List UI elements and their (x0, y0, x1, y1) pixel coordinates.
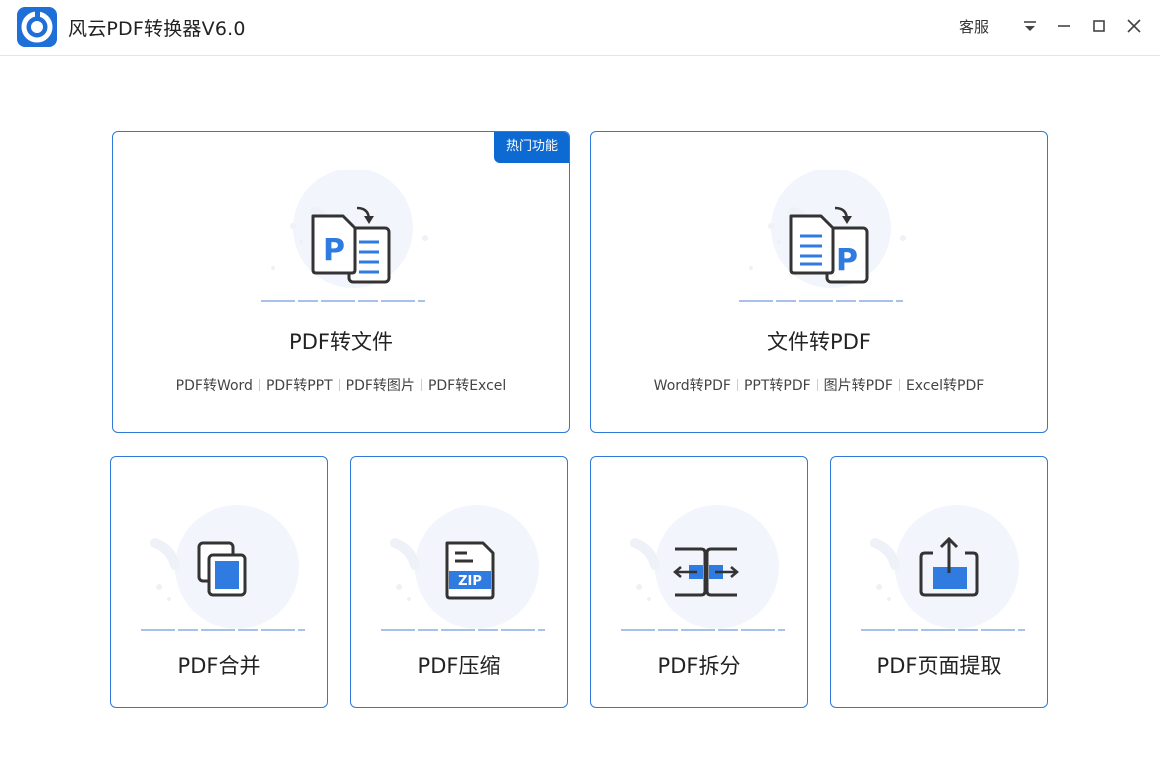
minimize-icon (1058, 25, 1070, 27)
close-button[interactable] (1122, 14, 1146, 38)
svg-text:P: P (836, 243, 858, 278)
svg-text:P: P (323, 233, 345, 268)
pdf-to-image-link[interactable]: PDF转图片 (340, 375, 421, 395)
app-logo-icon (17, 7, 57, 47)
extract-icon (861, 505, 1025, 631)
illustration: ZIP (365, 503, 555, 633)
close-icon (1127, 19, 1141, 33)
customer-service-button[interactable]: 客服 (959, 16, 989, 37)
excel-to-pdf-link[interactable]: Excel转PDF (900, 375, 990, 395)
word-to-pdf-link[interactable]: Word转PDF (648, 375, 737, 395)
minimize-button[interactable] (1052, 14, 1076, 38)
card-title: PDF合并 (177, 654, 261, 678)
illustration (845, 503, 1035, 633)
card-title: PDF拆分 (657, 654, 741, 678)
file-to-pdf-icon: P (739, 168, 906, 302)
menu-dropdown-button[interactable] (1018, 14, 1042, 38)
card-title: PDF页面提取 (876, 654, 1002, 678)
maximize-button[interactable] (1087, 14, 1111, 38)
maximize-icon (1093, 20, 1105, 32)
card-pdf-split[interactable]: PDF拆分 (590, 456, 808, 708)
illustration (605, 503, 795, 633)
card-title: PDF转文件 (289, 330, 393, 354)
sub-options: PDF转Word PDF转PPT PDF转图片 PDF转Excel (113, 375, 569, 395)
app-title: 风云PDF转换器V6.0 (68, 18, 246, 40)
pdf-to-word-link[interactable]: PDF转Word (170, 375, 259, 395)
illustration (125, 503, 315, 633)
pdf-to-excel-link[interactable]: PDF转Excel (422, 375, 512, 395)
ppt-to-pdf-link[interactable]: PPT转PDF (738, 375, 817, 395)
zip-label: ZIP (458, 574, 482, 589)
pdf-to-file-icon: P (261, 168, 428, 302)
card-title: 文件转PDF (767, 330, 871, 354)
card-title: PDF压缩 (417, 654, 501, 678)
image-to-pdf-link[interactable]: 图片转PDF (818, 375, 899, 395)
zip-icon: ZIP (381, 505, 545, 631)
card-pdf-compress[interactable]: ZIP PDF压缩 (350, 456, 568, 708)
card-pdf-to-file[interactable]: 热门功能 P PDF转文件 PDF转Word PDF转PPT PDF转图片 PDF转E… (112, 131, 570, 433)
hot-feature-badge: 热门功能 (494, 132, 569, 163)
dropdown-icon (1024, 21, 1036, 31)
card-file-to-pdf[interactable]: P 文件转PDF Word转PDF PPT转PDF 图片转PDF Excel转PDF (590, 131, 1048, 433)
split-icon (621, 505, 785, 631)
illustration: P (243, 168, 443, 305)
sub-options: Word转PDF PPT转PDF 图片转PDF Excel转PDF (591, 375, 1047, 395)
pdf-to-ppt-link[interactable]: PDF转PPT (260, 375, 339, 395)
card-pdf-merge[interactable]: PDF合并 (110, 456, 328, 708)
title-bar: 风云PDF转换器V6.0 客服 (0, 0, 1160, 56)
merge-icon (141, 505, 305, 631)
illustration: P (721, 168, 921, 305)
card-pdf-extract[interactable]: PDF页面提取 (830, 456, 1048, 708)
